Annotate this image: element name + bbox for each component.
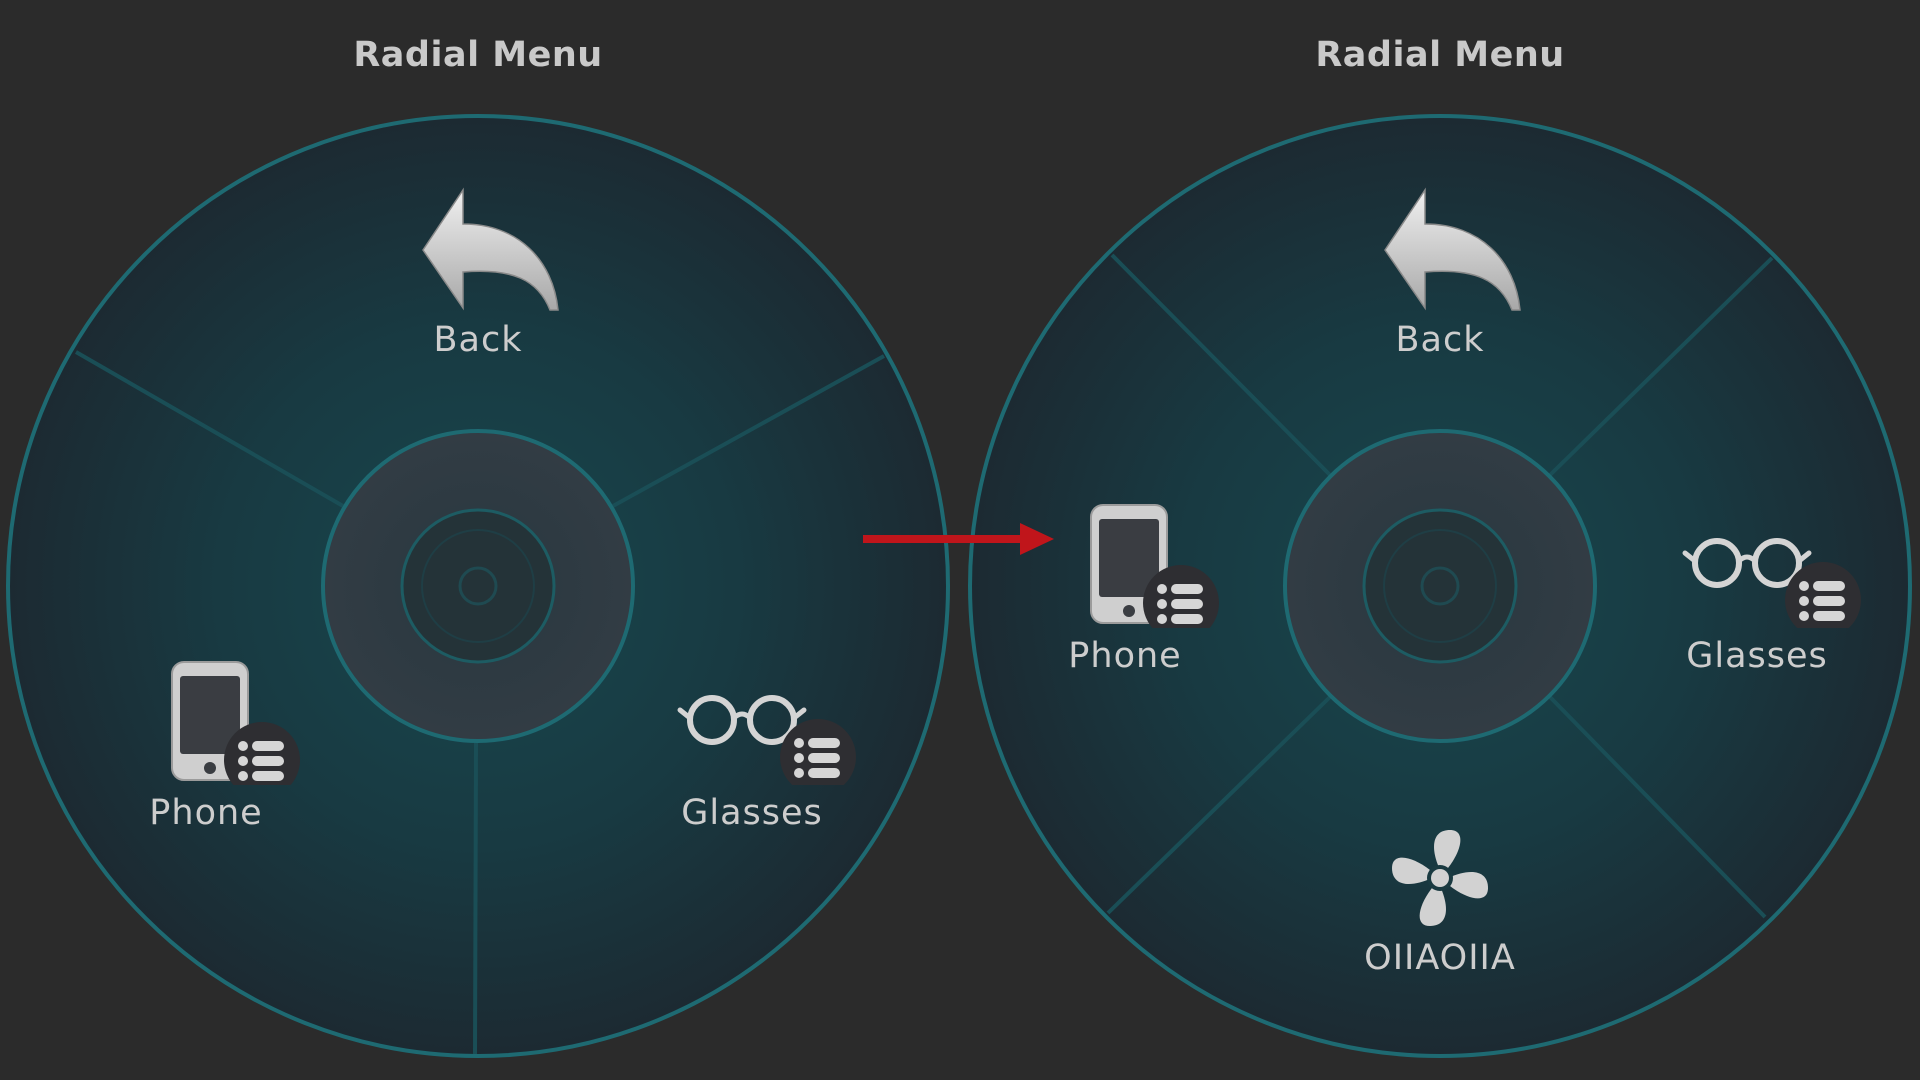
right-item-back-label: Back	[1395, 320, 1485, 360]
right-item-glasses-label: Glasses	[1686, 636, 1828, 676]
left-item-phone-label: Phone	[149, 793, 263, 833]
list-icon	[1143, 565, 1219, 628]
left-menu-title: Radial Menu	[353, 35, 603, 75]
left-item-glasses-label: Glasses	[681, 793, 823, 833]
back-arrow-icon	[422, 187, 559, 311]
back-arrow-icon	[1384, 187, 1521, 311]
left-item-phone[interactable]: Phone	[76, 660, 336, 833]
list-icon	[780, 719, 856, 785]
stage: Radial Menu Radial Menu Back Phone Glass…	[0, 0, 1920, 1080]
right-item-glasses[interactable]: Glasses	[1627, 533, 1887, 676]
left-divider-3	[473, 741, 478, 1055]
right-item-oiiaoiia-label: OIIAOIIA	[1364, 938, 1516, 978]
right-center-hub[interactable]	[1283, 429, 1597, 743]
list-icon	[1785, 562, 1861, 628]
right-item-phone[interactable]: Phone	[995, 503, 1255, 676]
right-item-phone-label: Phone	[1068, 636, 1182, 676]
right-item-back[interactable]: Back	[1310, 180, 1570, 360]
fan-icon	[1392, 830, 1488, 926]
left-item-glasses[interactable]: Glasses	[622, 690, 882, 833]
right-menu-title: Radial Menu	[1315, 35, 1565, 75]
left-item-back-label: Back	[433, 320, 523, 360]
left-center-hub[interactable]	[321, 429, 635, 743]
left-item-back[interactable]: Back	[348, 180, 608, 360]
right-item-oiiaoiia[interactable]: OIIAOIIA	[1310, 828, 1570, 978]
list-icon	[224, 722, 300, 785]
